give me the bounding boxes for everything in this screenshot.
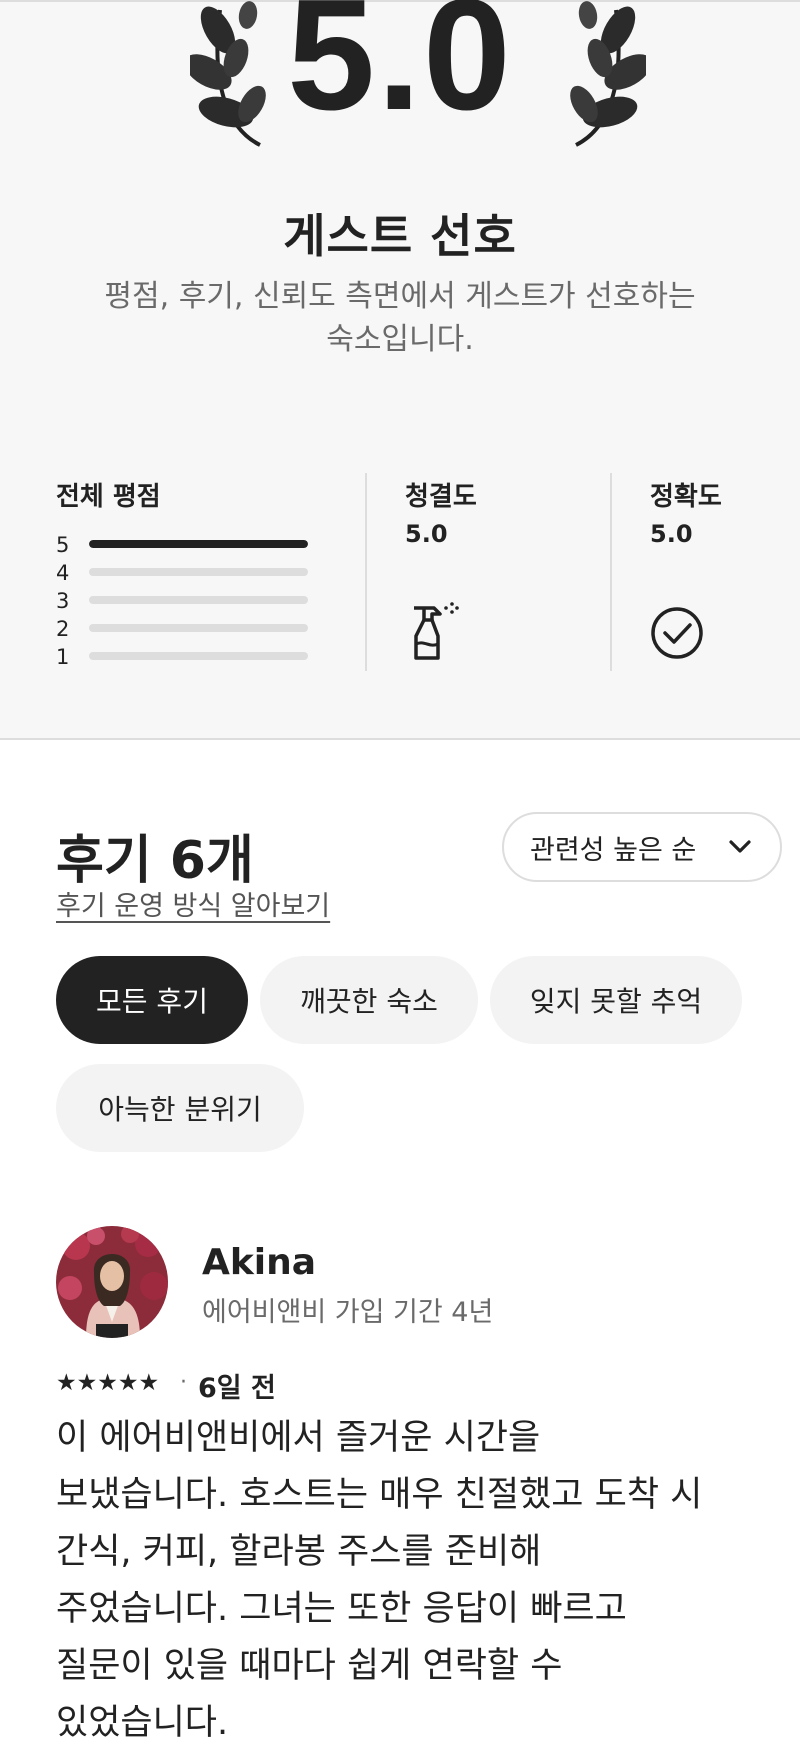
review-date: 6일 전: [198, 1373, 276, 1404]
sort-label: 관련성 높은 순: [530, 834, 697, 866]
bar-label-5: 5: [56, 533, 70, 557]
check-circle-icon: [651, 607, 703, 659]
badge-title: 게스트 선호: [283, 209, 517, 263]
badge-description-line: 숙소입니다.: [326, 322, 474, 357]
accuracy-label: 정확도: [650, 482, 722, 512]
bar-label-2: 2: [56, 617, 70, 641]
reviewer-photo: [56, 1226, 168, 1338]
filter-chip-memorable[interactable]: 잊지 못할 추억: [490, 956, 742, 1044]
guest-favorite-section: 5.0 게스트 선호 평점, 후기, 신뢰도 측면에서 게스트가 선호하는 숙소…: [0, 0, 800, 740]
bar-label-4: 4: [56, 561, 70, 585]
review-policy-link[interactable]: 후기 운영 방식 알아보기: [56, 884, 330, 923]
review-line: 질문이 있을 때마다 쉽게 연락할 수: [56, 1646, 563, 1686]
bar-label-1: 1: [56, 645, 70, 669]
filter-chip-cozy[interactable]: 아늑한 분위기: [56, 1064, 304, 1152]
reviewer-name: Akina: [202, 1242, 317, 1283]
bar-2: [89, 624, 308, 632]
stat-divider: [610, 473, 612, 671]
bar-4: [89, 568, 308, 576]
stat-divider: [365, 473, 367, 671]
bar-1: [89, 652, 308, 660]
accuracy-value: 5.0: [650, 520, 693, 548]
review-line: 있었습니다.: [56, 1703, 229, 1743]
avatar[interactable]: [56, 1226, 168, 1338]
bar-3: [89, 596, 308, 604]
filter-chip-clean[interactable]: 깨끗한 숙소: [260, 956, 478, 1044]
review-line: 간식, 커피, 할라봉 주스를 준비해: [56, 1532, 542, 1572]
badge-description-line: 평점, 후기, 신뢰도 측면에서 게스트가 선호하는: [104, 279, 696, 314]
review-line: 보냈습니다. 호스트는 매우 친절했고 도착 시: [56, 1475, 703, 1515]
reviews-title: 후기 6개: [56, 831, 254, 891]
bar-5: [89, 540, 308, 548]
chevron-down-icon: [729, 840, 751, 853]
separator-dot: ·: [180, 1370, 187, 1395]
cleanliness-label: 청결도: [405, 482, 477, 512]
overall-rating-label: 전체 평점: [56, 482, 161, 512]
cleanliness-value: 5.0: [405, 520, 448, 548]
star-rating-icon: ★★★★★: [56, 1370, 160, 1396]
badge-description: 평점, 후기, 신뢰도 측면에서 게스트가 선호하는 숙소입니다.: [80, 275, 720, 361]
review-body: 이 에어비앤비에서 즐거운 시간을 보냈습니다. 호스트는 매우 친절했고 도착…: [56, 1410, 776, 1752]
filter-chip-all[interactable]: 모든 후기: [56, 956, 248, 1044]
laurel-right-icon: [570, 1, 646, 147]
bar-label-3: 3: [56, 589, 70, 613]
rating-score: 5.0: [287, 0, 513, 143]
sort-dropdown[interactable]: 관련성 높은 순: [502, 812, 782, 882]
spray-bottle-icon: [414, 602, 459, 660]
review-line: 이 에어비앤비에서 즐거운 시간을: [56, 1418, 541, 1458]
review-line: 주었습니다. 그녀는 또한 응답이 빠르고: [56, 1589, 627, 1629]
reviewer-meta: 에어비앤비 가입 기간 4년: [202, 1297, 494, 1328]
